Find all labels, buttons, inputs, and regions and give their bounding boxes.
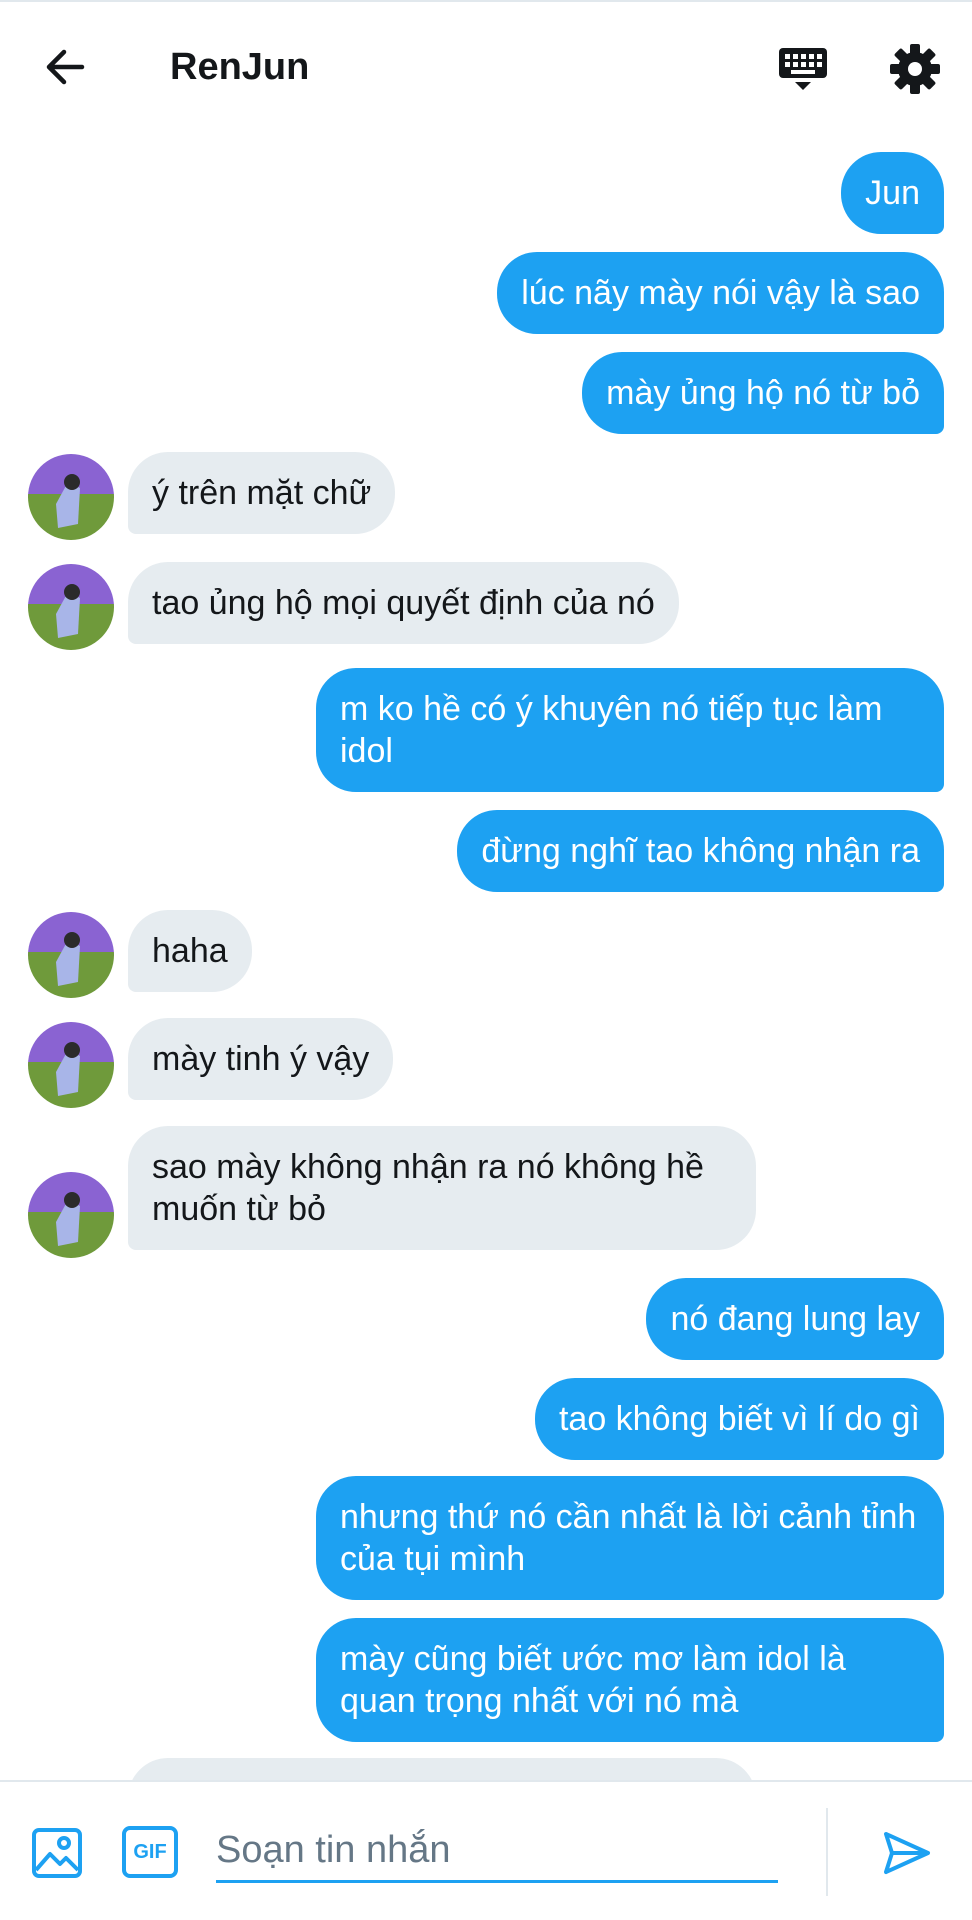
add-image-button[interactable] <box>30 1826 84 1880</box>
avatar[interactable] <box>28 912 114 998</box>
settings-button[interactable] <box>888 42 942 96</box>
chat-header: RenJun <box>0 0 972 130</box>
message-bubble-in[interactable]: haha <box>128 910 252 992</box>
gear-icon <box>890 44 940 94</box>
message-bubble-in[interactable]: mày tinh ý vậy <box>128 1018 394 1100</box>
message-input[interactable]: Soạn tin nhắn <box>216 1822 778 1883</box>
message-bubble-out[interactable]: mày ủng hộ nó từ bỏ <box>582 352 944 434</box>
message-bubble-out[interactable]: Jun <box>841 152 944 234</box>
message-bubble-out[interactable]: mày cũng biết ước mơ làm idol là quan tr… <box>316 1618 944 1742</box>
keyboard-icon <box>779 48 827 90</box>
avatar[interactable] <box>28 454 114 540</box>
composer-divider <box>826 1808 828 1896</box>
conversation-title: RenJun <box>170 46 310 88</box>
keyboard-button[interactable] <box>776 42 830 96</box>
message-input-placeholder: Soạn tin nhắn <box>216 1829 451 1871</box>
message-bubble-out[interactable]: đừng nghĩ tao không nhận ra <box>457 810 944 892</box>
add-gif-button[interactable]: GIF <box>122 1826 178 1878</box>
send-icon <box>884 1832 930 1874</box>
message-bubble-in[interactable]: ý trên mặt chữ <box>128 452 396 534</box>
image-icon <box>32 1828 82 1878</box>
message-composer: GIF Soạn tin nhắn <box>0 1780 972 1920</box>
message-bubble-out[interactable]: tao không biết vì lí do gì <box>534 1378 944 1460</box>
avatar[interactable] <box>28 1022 114 1108</box>
message-bubble-out[interactable]: nhưng thứ nó cần nhất là lời cảnh tỉnh c… <box>316 1476 944 1600</box>
message-bubble-out[interactable]: lúc nãy mày nói vậy là sao <box>497 252 944 334</box>
message-bubble-out[interactable]: m ko hề có ý khuyên nó tiếp tục làm idol <box>316 668 944 792</box>
message-bubble-in[interactable]: sao mày không nhận ra nó không hề muốn t… <box>128 1126 756 1250</box>
back-button[interactable] <box>40 42 90 92</box>
send-button[interactable] <box>880 1826 934 1880</box>
arrow-left-icon <box>46 49 85 85</box>
avatar[interactable] <box>28 1172 114 1258</box>
gif-label: GIF <box>133 1841 167 1863</box>
message-bubble-in[interactable]: tao ủng hộ mọi quyết định của nó <box>128 562 679 644</box>
avatar[interactable] <box>28 564 114 650</box>
message-bubble-out[interactable]: nó đang lung lay <box>646 1278 944 1360</box>
